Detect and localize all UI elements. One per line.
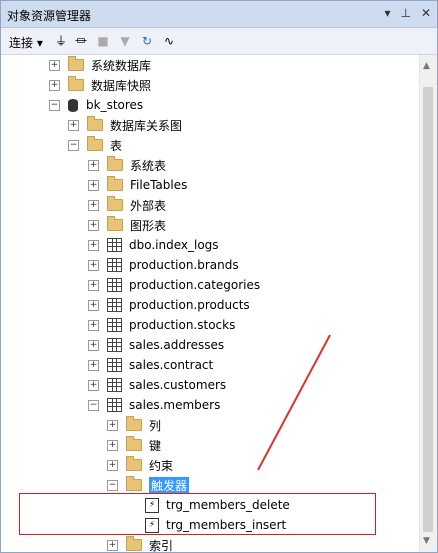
annotation-arrow <box>257 334 331 471</box>
